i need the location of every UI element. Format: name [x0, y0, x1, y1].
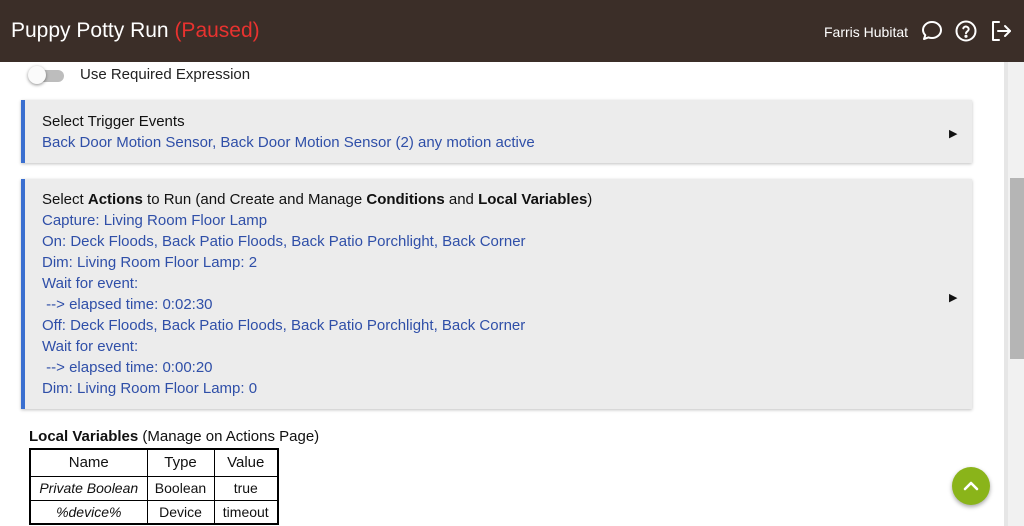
action-line: Capture: Living Room Floor Lamp [42, 212, 268, 229]
action-line: --> elapsed time: 0:00:20 [42, 359, 213, 376]
help-icon[interactable] [954, 19, 978, 43]
actions-card-title: Select Actions to Run (and Create and Ma… [42, 191, 593, 208]
variable-value: timeout [213, 499, 279, 525]
table-row: Private Boolean Boolean true [29, 475, 279, 501]
scrollbar-thumb[interactable] [1010, 178, 1024, 359]
column-header-name: Name [29, 448, 148, 477]
variable-name: %device% [29, 499, 148, 525]
logout-icon[interactable] [989, 19, 1013, 43]
column-header-value: Value [213, 448, 279, 477]
select-actions-button[interactable]: Select Actions to Run (and Create and Ma… [21, 179, 972, 409]
action-line: Dim: Living Room Floor Lamp: 2 [42, 254, 258, 271]
local-variables-heading: Local Variables (Manage on Actions Page) [29, 428, 320, 445]
app-name: Puppy Potty Run [11, 19, 169, 42]
expand-arrow-icon: ▶ [949, 292, 958, 304]
action-line: Wait for event: [42, 338, 139, 355]
action-line: Off: Deck Floods, Back Patio Floods, Bac… [42, 317, 526, 334]
required-expression-label: Use Required Expression [80, 66, 251, 83]
select-trigger-events-button[interactable]: Select Trigger Events Back Door Motion S… [21, 100, 972, 163]
action-line: --> elapsed time: 0:02:30 [42, 296, 213, 313]
column-header-type: Type [146, 448, 215, 477]
variable-type: Boolean [146, 475, 215, 501]
variable-value: true [213, 475, 279, 501]
action-line: Wait for event: [42, 275, 139, 292]
table-header-row: Name Type Value [29, 448, 279, 477]
action-line: Dim: Living Room Floor Lamp: 0 [42, 380, 258, 397]
trigger-summary: Back Door Motion Sensor, Back Door Motio… [42, 134, 535, 151]
paused-status: (Paused) [174, 19, 260, 42]
page-title: Puppy Potty Run (Paused) [11, 19, 260, 43]
chat-icon[interactable] [920, 19, 944, 43]
action-line: On: Deck Floods, Back Patio Floods, Back… [42, 233, 526, 250]
table-row: %device% Device timeout [29, 499, 279, 525]
toggle-knob [28, 66, 46, 84]
trigger-card-title: Select Trigger Events [42, 113, 185, 130]
app-header: Puppy Potty Run (Paused) Farris Hubitat [0, 0, 1024, 62]
scroll-to-top-button[interactable] [952, 467, 990, 505]
variable-name: Private Boolean [29, 475, 148, 501]
local-variables-table: Name Type Value Private Boolean Boolean … [29, 448, 279, 525]
variable-type: Device [146, 499, 215, 525]
required-expression-toggle[interactable] [28, 66, 66, 84]
expand-arrow-icon: ▶ [949, 128, 958, 140]
chevron-up-icon [963, 481, 979, 491]
hub-name: Farris Hubitat [824, 24, 909, 40]
